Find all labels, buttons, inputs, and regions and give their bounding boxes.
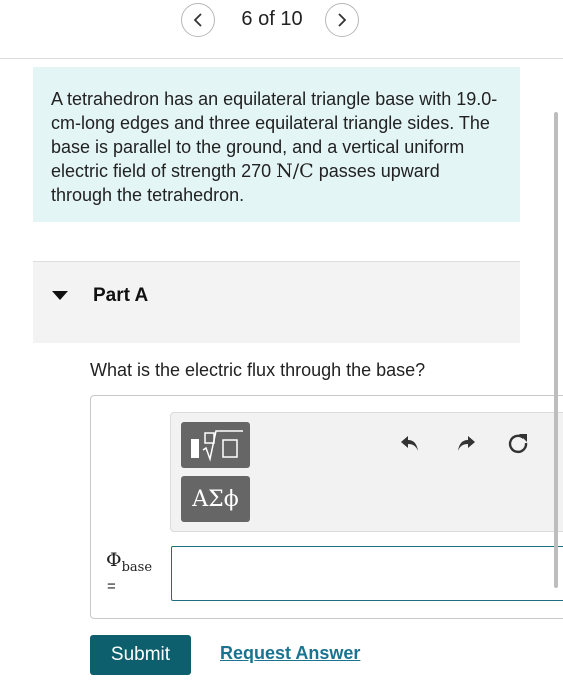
problem-text: A tetrahedron has an equilateral triangl…	[51, 87, 502, 207]
templates-button[interactable]	[181, 422, 250, 468]
chevron-right-icon	[338, 13, 347, 27]
undo-icon[interactable]	[398, 431, 422, 455]
request-answer-link[interactable]: Request Answer	[220, 643, 360, 664]
question-counter: 6 of 10	[241, 8, 303, 30]
flux-symbol: Φ	[106, 549, 122, 571]
answer-label: Φbase	[106, 549, 152, 575]
greek-symbols-button[interactable]: ΑΣϕ	[181, 476, 250, 522]
equals-sign: =	[107, 578, 116, 595]
caret-down-icon	[52, 291, 68, 300]
problem-statement: A tetrahedron has an equilateral triangl…	[33, 67, 520, 222]
submit-button[interactable]: Submit	[90, 635, 191, 675]
header-divider	[0, 58, 563, 59]
chevron-left-icon	[193, 13, 202, 27]
part-a-header[interactable]: Part A	[33, 261, 520, 343]
answer-input[interactable]	[171, 546, 563, 601]
next-button[interactable]	[325, 3, 359, 37]
reset-icon[interactable]	[506, 431, 530, 455]
previous-button[interactable]	[181, 3, 215, 37]
part-title: Part A	[93, 285, 149, 306]
question-text: What is the electric flux through the ba…	[90, 360, 426, 380]
redo-icon[interactable]	[454, 431, 478, 455]
field-unit: N/C	[276, 160, 314, 182]
math-templates-icon	[190, 430, 243, 462]
flux-subscript: base	[121, 559, 153, 575]
scrollbar[interactable]	[554, 112, 558, 588]
